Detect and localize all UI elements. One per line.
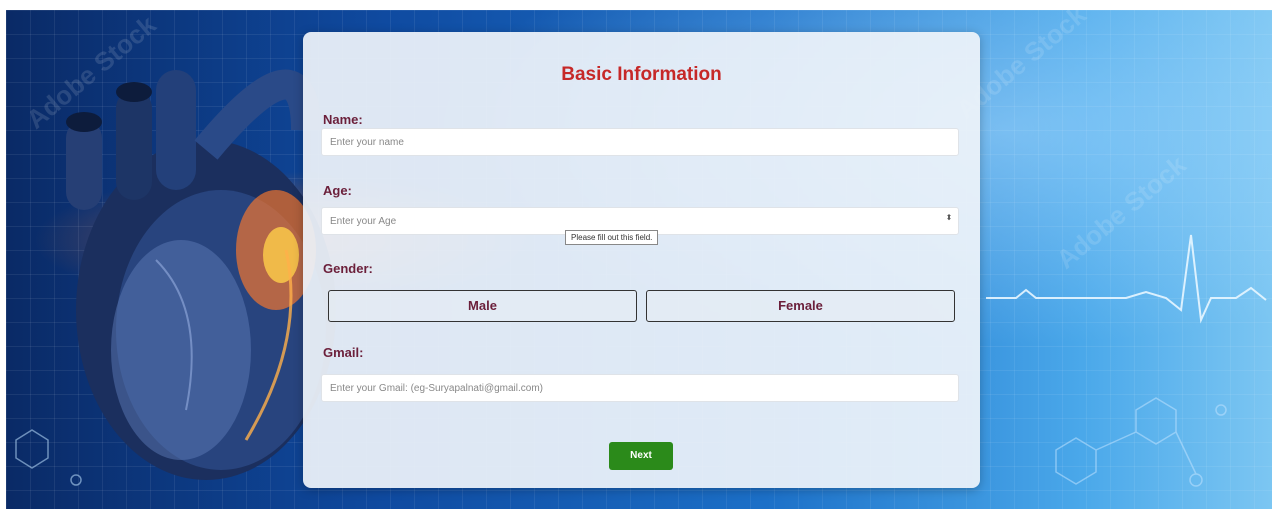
number-spinner-icon[interactable]: ⬍ (945, 214, 953, 227)
name-input[interactable] (321, 128, 959, 156)
gender-female-button[interactable]: Female (646, 290, 955, 322)
gender-male-button[interactable]: Male (328, 290, 637, 322)
form-title: Basic Information (561, 64, 722, 85)
name-label: Name: (323, 112, 363, 127)
watermark-text: Adobe Stock (1051, 149, 1192, 274)
age-label: Age: (323, 183, 352, 198)
gmail-label: Gmail: (323, 345, 364, 360)
gmail-input[interactable] (321, 374, 959, 402)
ecg-line (986, 234, 1267, 324)
heart-illustration (66, 69, 336, 480)
basic-info-form: Basic Information Name: Age: ⬍ Please fi… (303, 32, 980, 488)
validation-tooltip: Please fill out this field. (565, 230, 659, 245)
gender-label: Gender: (323, 261, 373, 276)
page: Adobe Stock Adobe Stock Adobe Stock Basi… (0, 0, 1276, 509)
next-button[interactable]: Next (609, 442, 673, 470)
